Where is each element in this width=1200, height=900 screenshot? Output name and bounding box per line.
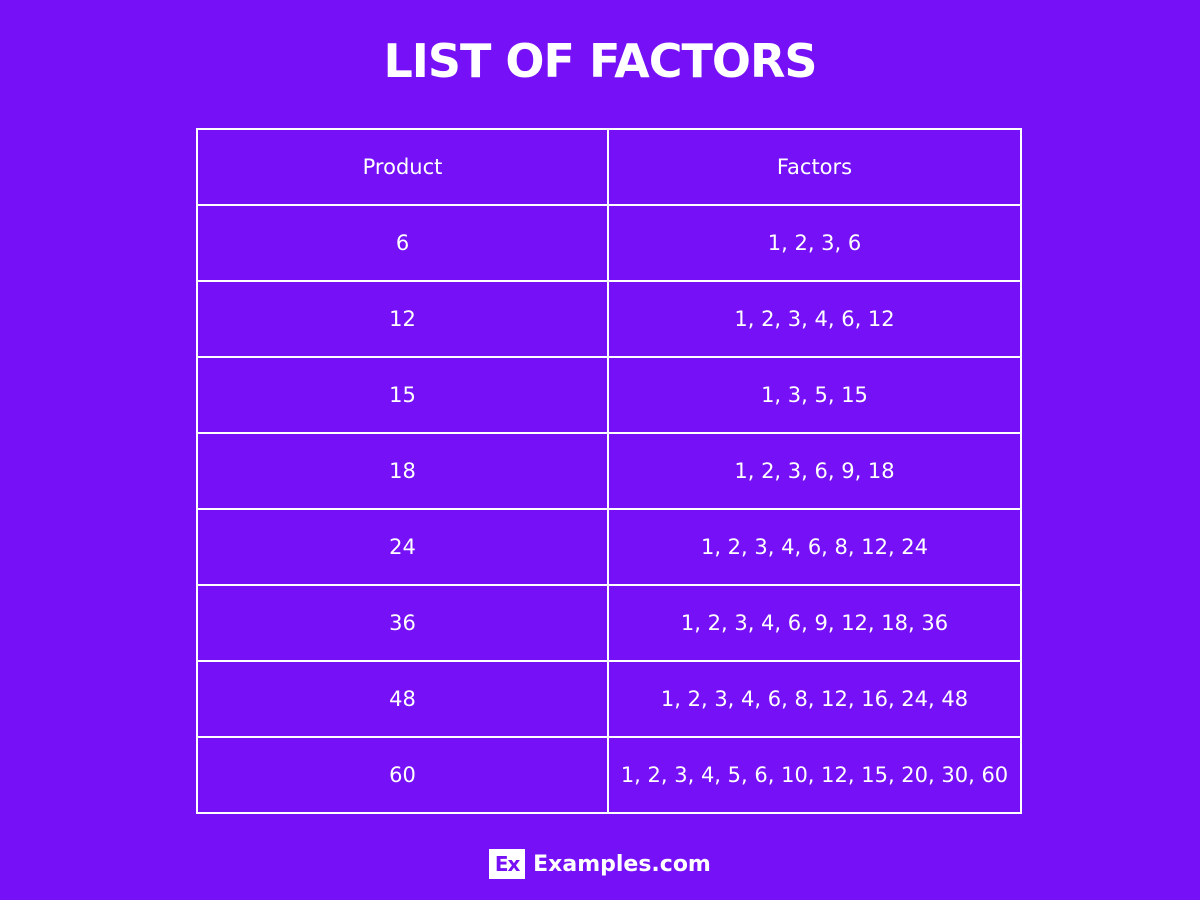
table-row: 36 1, 2, 3, 4, 6, 9, 12, 18, 36 xyxy=(196,584,1022,662)
factors-cell: 1, 2, 3, 4, 5, 6, 10, 12, 15, 20, 30, 60 xyxy=(607,736,1022,814)
factors-cell: 1, 2, 3, 4, 6, 12 xyxy=(607,280,1022,358)
brand-name: Examples.com xyxy=(533,851,711,877)
table-row: 6 1, 2, 3, 6 xyxy=(196,204,1022,282)
product-cell: 15 xyxy=(196,356,609,434)
product-cell: 60 xyxy=(196,736,609,814)
factors-cell: 1, 2, 3, 6 xyxy=(607,204,1022,282)
page-title: LIST OF FACTORS xyxy=(383,34,817,88)
factors-cell: 1, 2, 3, 4, 6, 9, 12, 18, 36 xyxy=(607,584,1022,662)
product-cell: 36 xyxy=(196,584,609,662)
table-header-row: Product Factors xyxy=(196,128,1022,206)
table-row: 24 1, 2, 3, 4, 6, 8, 12, 24 xyxy=(196,508,1022,586)
table-row: 60 1, 2, 3, 4, 5, 6, 10, 12, 15, 20, 30,… xyxy=(196,736,1022,814)
factors-cell: 1, 3, 5, 15 xyxy=(607,356,1022,434)
examples-logo-icon: Ex xyxy=(489,849,526,879)
header-product: Product xyxy=(196,128,609,206)
table-row: 48 1, 2, 3, 4, 6, 8, 12, 16, 24, 48 xyxy=(196,660,1022,738)
table-row: 18 1, 2, 3, 6, 9, 18 xyxy=(196,432,1022,510)
product-cell: 48 xyxy=(196,660,609,738)
product-cell: 18 xyxy=(196,432,609,510)
table-row: 12 1, 2, 3, 4, 6, 12 xyxy=(196,280,1022,358)
table-row: 15 1, 3, 5, 15 xyxy=(196,356,1022,434)
factors-cell: 1, 2, 3, 4, 6, 8, 12, 24 xyxy=(607,508,1022,586)
brand-footer: Ex Examples.com xyxy=(0,849,1200,879)
factors-table: Product Factors 6 1, 2, 3, 6 12 1, 2, 3,… xyxy=(196,128,1022,814)
header-factors: Factors xyxy=(607,128,1022,206)
factors-cell: 1, 2, 3, 4, 6, 8, 12, 16, 24, 48 xyxy=(607,660,1022,738)
product-cell: 6 xyxy=(196,204,609,282)
product-cell: 12 xyxy=(196,280,609,358)
product-cell: 24 xyxy=(196,508,609,586)
factors-cell: 1, 2, 3, 6, 9, 18 xyxy=(607,432,1022,510)
